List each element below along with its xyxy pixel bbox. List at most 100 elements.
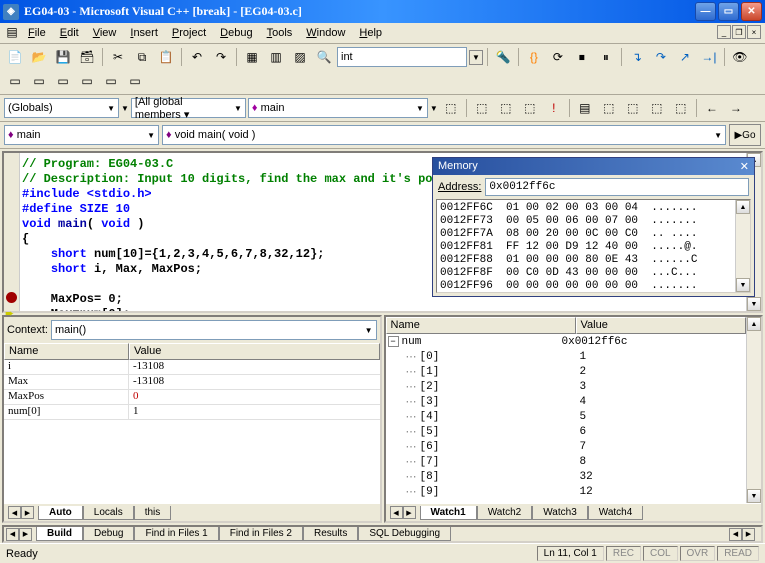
tab-this[interactable]: this [134,506,172,520]
menu-help[interactable]: Help [353,25,388,41]
tab-fif1[interactable]: Find in Files 1 [134,527,218,541]
members-combo[interactable]: [All global members ▾▼ [131,98,246,118]
watch-icon[interactable]: ▭ [4,70,26,92]
tab-watch1[interactable]: Watch1 [420,506,477,520]
tab-prev[interactable]: ◀ [8,506,21,519]
wiz10-icon[interactable]: ⬚ [670,97,692,119]
tab-prev[interactable]: ◀ [390,506,403,519]
watch-item[interactable]: ⋯[6]7 [386,439,747,454]
menu-window[interactable]: Window [300,25,351,41]
copy-icon[interactable]: ⧉ [131,46,153,68]
col-value[interactable]: Value [576,317,747,334]
wiz2-icon[interactable]: ⬚ [471,97,493,119]
window-list-icon[interactable]: ▨ [289,46,311,68]
new-icon[interactable]: 📄 [4,46,26,68]
tab-watch2[interactable]: Watch2 [477,506,533,520]
watch-item[interactable]: ⋯[5]6 [386,424,747,439]
tab-auto[interactable]: Auto [38,506,83,520]
minimize-button[interactable]: — [695,2,716,21]
memory-close-icon[interactable]: ✕ [740,160,749,173]
output-icon[interactable]: ▥ [265,46,287,68]
watch-item[interactable]: ⋯[4]5 [386,409,747,424]
tab-fif2[interactable]: Find in Files 2 [219,527,303,541]
menu-project[interactable]: Project [166,25,212,41]
address-input[interactable] [485,178,749,196]
menu-tools[interactable]: Tools [261,25,299,41]
wiz7-icon[interactable]: ⬚ [598,97,620,119]
watch-item[interactable]: ⋯[8]32 [386,469,747,484]
wiz3-icon[interactable]: ⬚ [495,97,517,119]
func-combo[interactable]: ♦ main▼ [248,98,428,118]
step-into-icon[interactable]: ↴ [626,46,648,68]
tab-locals[interactable]: Locals [83,506,134,520]
wiz9-icon[interactable]: ⬚ [646,97,668,119]
go-button[interactable]: ▶Go [729,124,761,146]
quickwatch-icon[interactable]: 👁 [729,46,751,68]
save-icon[interactable]: 💾 [52,46,74,68]
context-combo[interactable]: main()▼ [51,320,377,340]
menu-file[interactable]: File [22,25,52,41]
wiz8-icon[interactable]: ⬚ [622,97,644,119]
watch-item[interactable]: ⋯[9]12 [386,484,747,499]
wiz5-icon[interactable]: ! [543,97,565,119]
mem-icon[interactable]: ▭ [76,70,98,92]
disasm-icon[interactable]: ▭ [124,70,146,92]
open-icon[interactable]: 📂 [28,46,50,68]
memory-dump[interactable]: 0012FF6C 01 00 02 00 03 00 04 ....... 00… [437,200,735,292]
menu-debug[interactable]: Debug [214,25,258,41]
wiz4-icon[interactable]: ⬚ [519,97,541,119]
col-value[interactable]: Value [129,343,380,360]
nav-sig-combo[interactable]: ♦ void main( void )▼ [162,125,726,145]
wiz1-icon[interactable]: ⬚ [440,97,462,119]
workspace-icon[interactable]: ▦ [241,46,263,68]
search-icon[interactable]: 🔦 [492,46,514,68]
tab-build[interactable]: Build [36,527,83,541]
find-icon[interactable]: 🔍 [313,46,335,68]
maximize-button[interactable]: ▭ [718,2,739,21]
regs-icon[interactable]: ▭ [52,70,74,92]
collapse-icon[interactable]: − [388,336,399,347]
step-over-icon[interactable]: ↷ [650,46,672,68]
run-to-icon[interactable]: →| [698,46,720,68]
watch-item[interactable]: ⋯[0]1 [386,349,747,364]
mdi-restore[interactable]: ❐ [732,25,746,39]
stop-icon[interactable]: ⏹ [571,46,593,68]
watch-item[interactable]: ⋯[3]4 [386,394,747,409]
nav-file-combo[interactable]: ♦ main▼ [4,125,159,145]
menu-insert[interactable]: Insert [124,25,164,41]
mdi-icon[interactable]: ▤ [4,25,20,39]
tab-sql[interactable]: SQL Debugging [358,527,451,541]
redo-icon[interactable]: ↷ [210,46,232,68]
tab-next[interactable]: ▶ [19,528,32,541]
wiz6-icon[interactable]: ▤ [574,97,596,119]
fwd-icon[interactable]: → [725,97,747,119]
tab-next[interactable]: ▶ [21,506,34,519]
mdi-min[interactable]: _ [717,25,731,39]
go-icon[interactable]: {} [523,46,545,68]
stack-icon[interactable]: ▭ [100,70,122,92]
tab-watch4[interactable]: Watch4 [588,506,644,520]
paste-icon[interactable]: 📋 [155,46,177,68]
tab-prev[interactable]: ◀ [6,528,19,541]
vars-icon[interactable]: ▭ [28,70,50,92]
menu-view[interactable]: View [87,25,123,41]
watch-item[interactable]: ⋯[2]3 [386,379,747,394]
close-button[interactable]: ✕ [741,2,762,21]
watch-item[interactable]: ⋯[7]8 [386,454,747,469]
col-name[interactable]: Name [386,317,576,334]
mem-vscroll[interactable]: ▲▼ [735,200,750,292]
tab-watch3[interactable]: Watch3 [532,506,588,520]
find-dd[interactable]: ▼ [469,50,483,65]
col-name[interactable]: Name [4,343,129,360]
menu-edit[interactable]: Edit [54,25,85,41]
back-icon[interactable]: ← [701,97,723,119]
scope-combo[interactable]: (Globals)▼ [4,98,119,118]
undo-icon[interactable]: ↶ [186,46,208,68]
tab-results[interactable]: Results [303,527,358,541]
watch-vscroll[interactable]: ▲▼ [746,317,761,503]
break-icon[interactable]: ⏸ [595,46,617,68]
step-out-icon[interactable]: ↗ [674,46,696,68]
cut-icon[interactable]: ✂ [107,46,129,68]
tab-next[interactable]: ▶ [403,506,416,519]
mdi-close[interactable]: × [747,25,761,39]
